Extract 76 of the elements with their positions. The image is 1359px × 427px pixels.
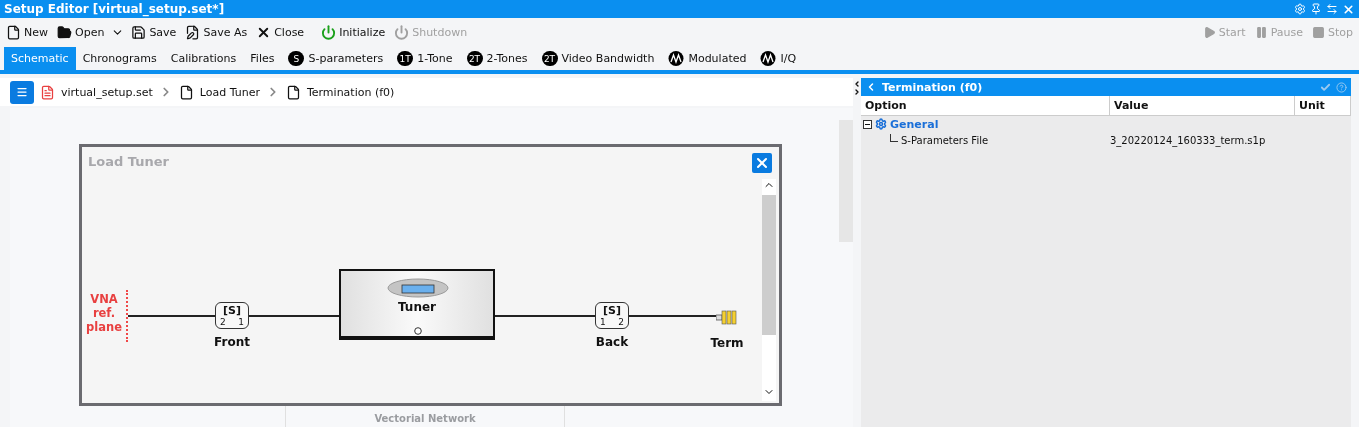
menu-button[interactable] [10, 80, 34, 104]
value-cell[interactable]: 3_20220124_160333_term.s1p [1110, 134, 1295, 146]
column-header[interactable]: Option [861, 96, 1110, 115]
s-parameter-symbol: [S] [222, 304, 242, 317]
tuner-block[interactable]: Tuner [339, 269, 495, 340]
page-icon [285, 84, 301, 100]
column-header[interactable]: Unit [1295, 96, 1351, 115]
scrollbar[interactable] [762, 179, 776, 401]
block-label: Tuner [397, 300, 437, 314]
indicator-icon [414, 327, 422, 335]
new-file-icon [6, 25, 21, 40]
block-label: Back [595, 335, 629, 349]
s-parameter-block[interactable]: [S] 1 2 [595, 302, 629, 329]
check-icon[interactable] [1320, 81, 1331, 93]
reference-plane-line [126, 290, 128, 342]
folder-icon [57, 25, 72, 40]
tuner-display-icon [387, 278, 449, 298]
save-icon [131, 25, 147, 40]
close-button[interactable] [752, 153, 772, 173]
file-icon [40, 84, 55, 100]
window-title: Setup Editor [virtual_setup.set*] [4, 2, 225, 16]
tab-badge: 2T [541, 51, 558, 66]
toolbar-button[interactable]: Save As [183, 25, 250, 40]
wave-icon [760, 51, 777, 66]
scroll-thumb[interactable] [762, 195, 776, 335]
port-number: 2 [618, 317, 624, 327]
s-parameter-symbol: [S] [602, 304, 622, 317]
toolbar-button[interactable]: Open [55, 25, 107, 40]
toolbar-button[interactable]: Save [129, 25, 179, 40]
power-icon [321, 25, 337, 40]
breadcrumb-item[interactable]: virtual_setup.set [61, 85, 153, 99]
tab[interactable]: 1T 1-Tone [390, 47, 460, 70]
tab[interactable]: 2T Video Bandwidth [534, 47, 662, 70]
close-icon[interactable] [1342, 2, 1355, 16]
group-title: Load Tuner [88, 154, 169, 169]
tab-badge: 2T [466, 51, 483, 66]
expander-toggle[interactable] [863, 119, 872, 129]
pause-icon [1254, 26, 1268, 39]
save-as-icon [185, 25, 201, 40]
tab[interactable]: I/Q [753, 47, 804, 70]
stop-icon [1312, 26, 1325, 39]
play-icon [1202, 26, 1216, 39]
s-parameter-block[interactable]: [S] 2 1 [215, 302, 249, 329]
group-label[interactable]: General [890, 117, 939, 131]
toolbar-button[interactable]: New [4, 25, 50, 40]
termination-icon [716, 310, 738, 325]
reference-plane-label: VNA ref. plane [86, 292, 122, 334]
panel-title: Termination (f0) [882, 80, 983, 94]
power-icon [394, 25, 410, 40]
tab[interactable]: Files [243, 47, 282, 70]
tab[interactable]: 2T 2-Tones [459, 47, 535, 70]
block-label: Term [710, 336, 744, 350]
toolbar-button[interactable]: Initialize [319, 25, 388, 40]
breadcrumb-item[interactable]: Load Tuner [199, 85, 260, 99]
page-icon [178, 84, 194, 100]
option-cell: S-Parameters File [901, 134, 989, 146]
column-header[interactable]: Value [1110, 96, 1295, 115]
breadcrumb-item[interactable]: Termination (f0) [306, 85, 395, 99]
settings-icon[interactable] [1294, 3, 1306, 15]
tab[interactable]: Calibrations [163, 47, 244, 70]
gear-icon [875, 118, 887, 130]
toolbar-button[interactable]: Close [254, 25, 307, 40]
device-label: Vectorial Network [374, 413, 476, 425]
block-label: Front [214, 335, 250, 349]
swap-icon[interactable] [1326, 3, 1338, 15]
pin-icon[interactable] [1310, 3, 1322, 15]
close-icon [754, 155, 770, 171]
port-number: 1 [238, 317, 244, 327]
tab[interactable]: Modulated [661, 47, 754, 70]
tab-badge: S [288, 51, 305, 66]
wave-icon [668, 51, 685, 66]
port-number: 1 [600, 317, 606, 327]
port-number: 2 [220, 317, 226, 327]
tab-badge: 1T [397, 51, 414, 66]
tab[interactable]: Chronograms [75, 47, 164, 70]
tab[interactable]: S S-parameters [281, 47, 391, 70]
